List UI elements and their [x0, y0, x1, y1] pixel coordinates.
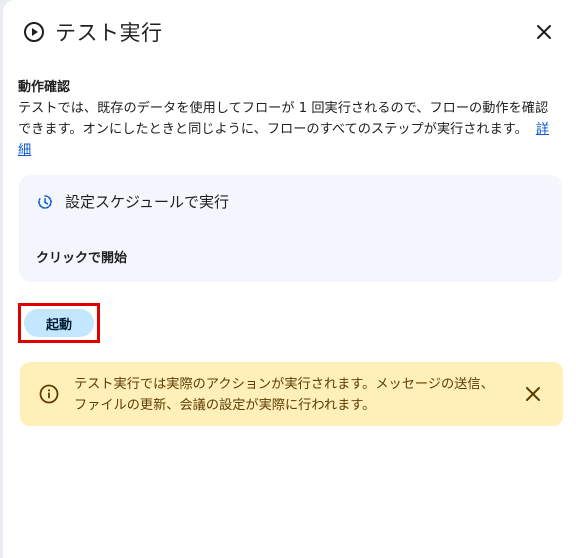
warning-banner: テスト実行では実際のアクションが実行されます。メッセージの送信、ファイルの更新、… — [20, 362, 563, 426]
section-description: テストでは、既存のデータを使用してフローが 1 回実行されるので、フローの動作を… — [18, 98, 558, 161]
close-icon — [537, 25, 551, 39]
close-button[interactable] — [532, 20, 556, 44]
dialog-header: テスト実行 — [23, 16, 556, 48]
info-icon — [39, 384, 59, 404]
play-circle-icon — [23, 21, 45, 43]
launch-button-highlight: 起動 — [18, 303, 100, 343]
close-icon — [526, 387, 540, 401]
warning-message: テスト実行では実際のアクションが実行されます。メッセージの送信、ファイルの更新、… — [74, 377, 494, 413]
start-label: クリックで開始 — [36, 251, 128, 266]
clock-icon — [37, 194, 53, 210]
trigger-card: 設定スケジュールで実行 クリックで開始 — [19, 175, 562, 282]
description-text: テストでは、既存のデータを使用してフローが 1 回実行されるので、フローの動作を… — [18, 101, 549, 137]
dialog-title: テスト実行 — [55, 21, 163, 45]
section-title: 動作確認 — [18, 80, 71, 95]
schedule-row: 設定スケジュールで実行 — [37, 191, 229, 212]
schedule-label: 設定スケジュールで実行 — [65, 193, 229, 211]
test-run-dialog: テスト実行 動作確認 テストでは、既存のデータを使用してフローが 1 回実行され… — [3, 0, 576, 558]
warning-dismiss-button[interactable] — [523, 384, 543, 404]
launch-button[interactable]: 起動 — [24, 309, 94, 337]
